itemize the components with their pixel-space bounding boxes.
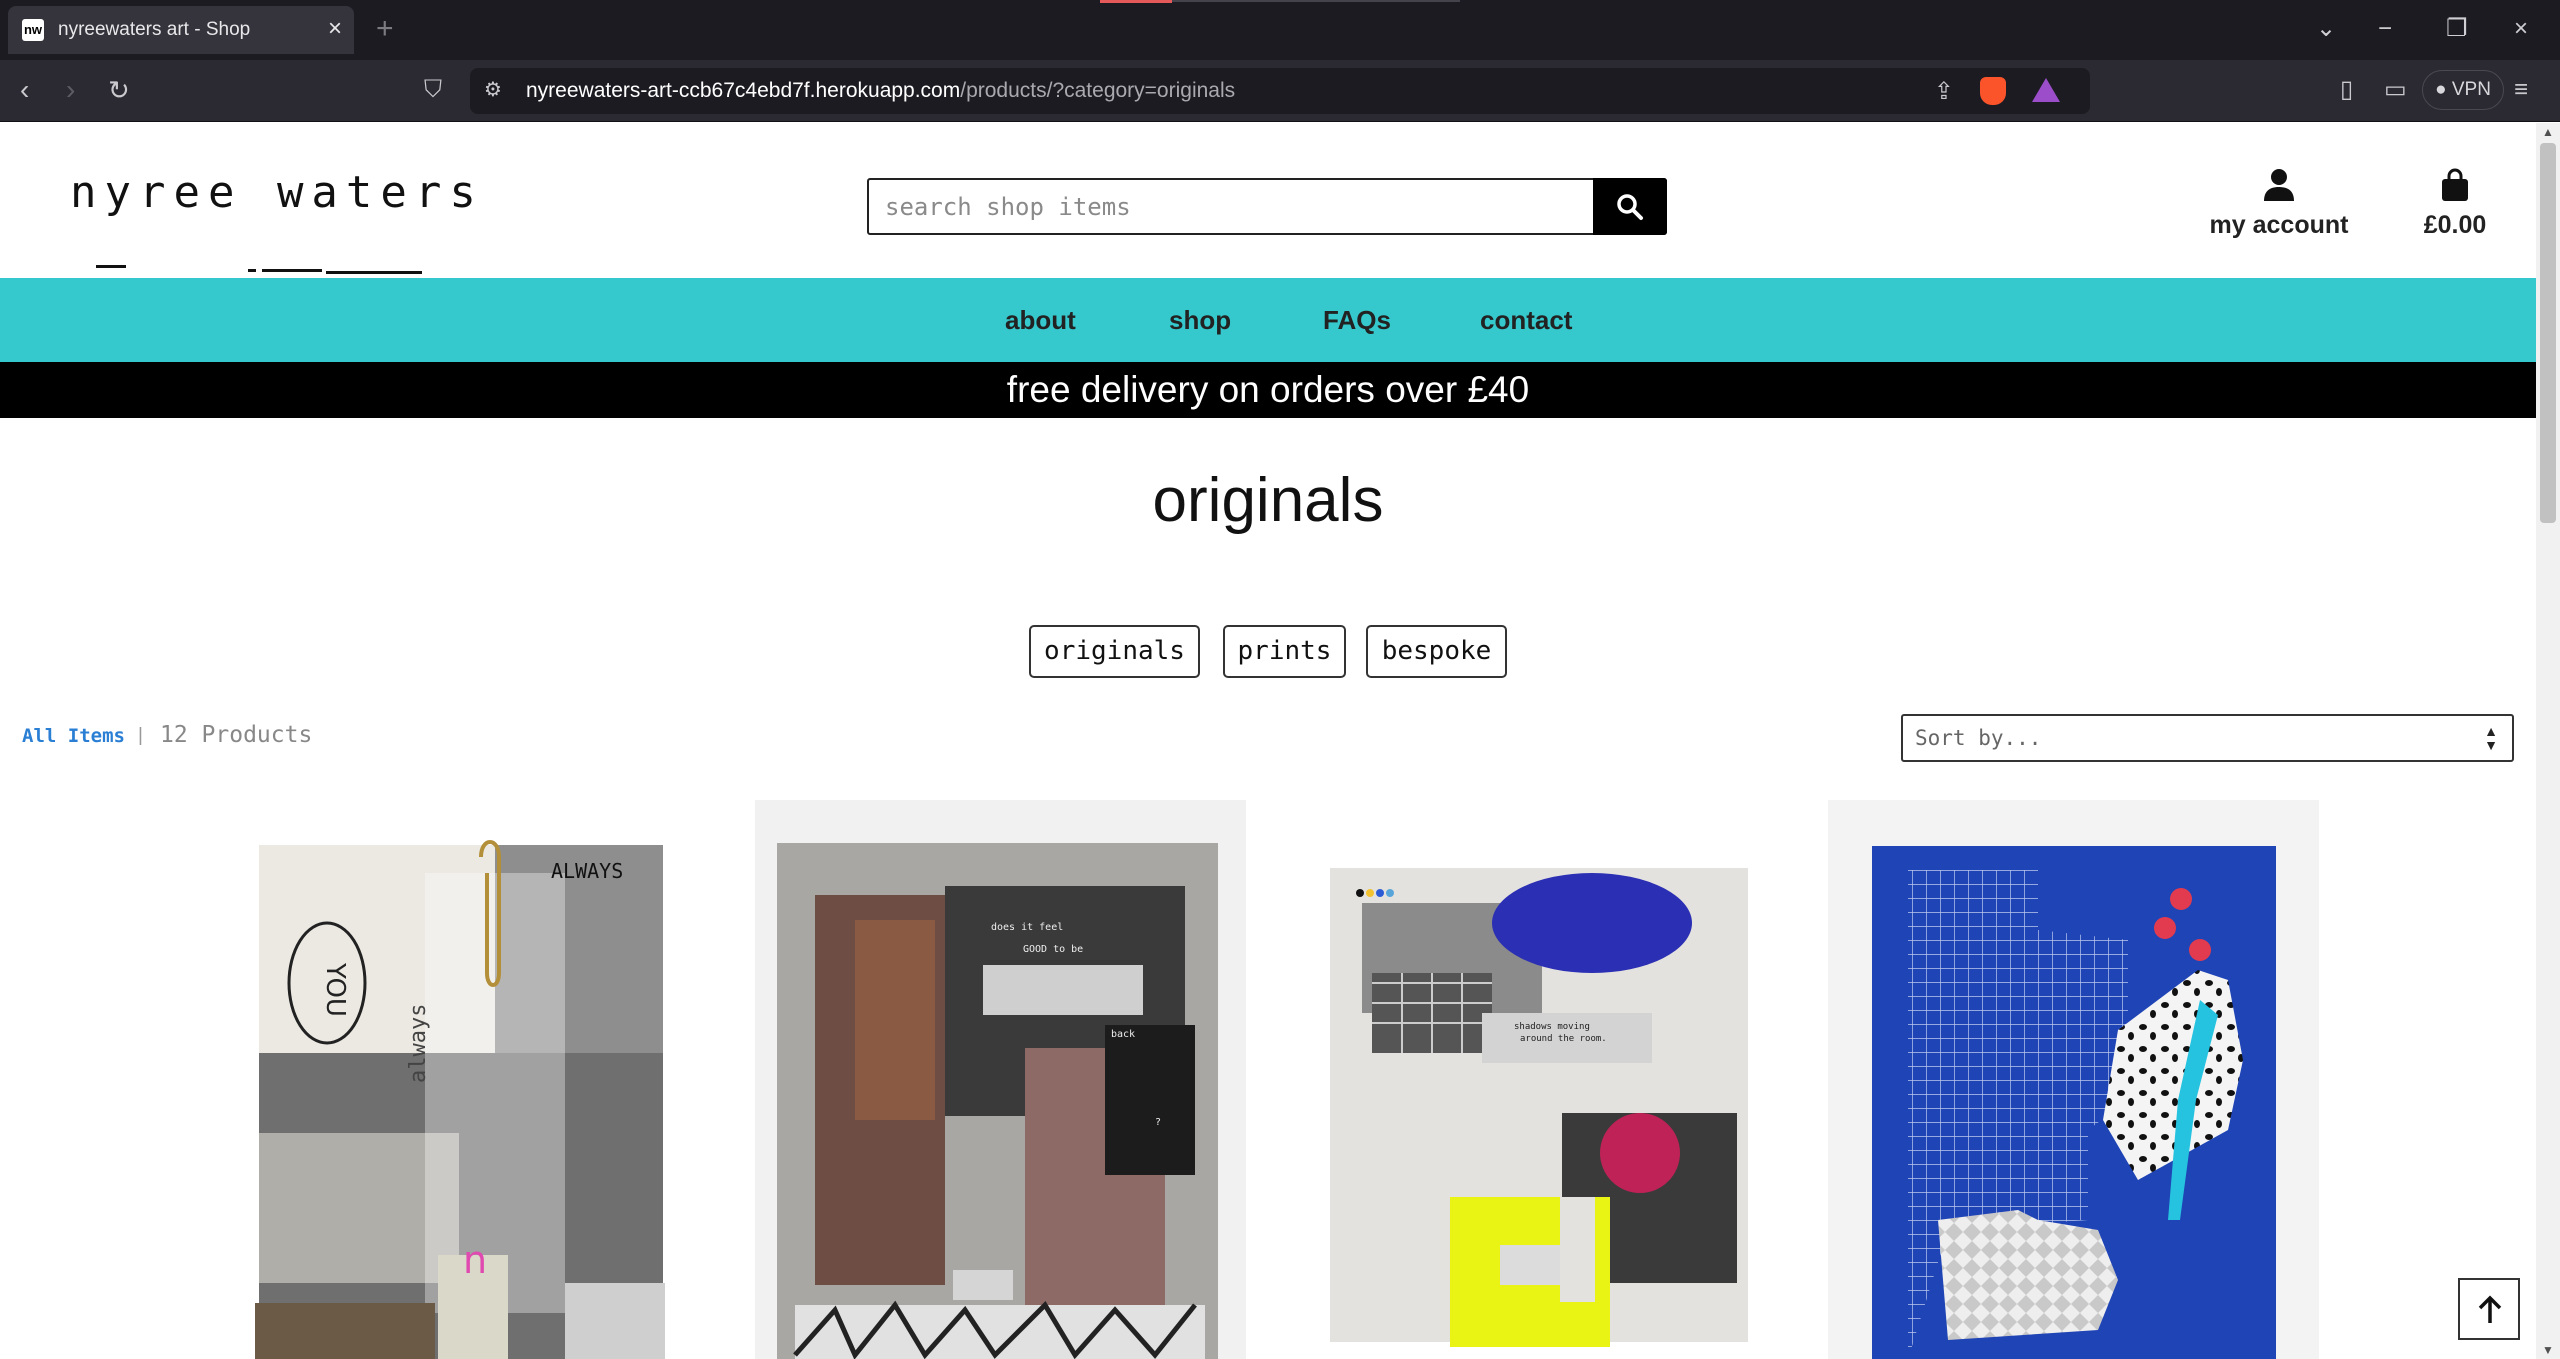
- url-path: /products/?category=originals: [960, 79, 1236, 102]
- category-bespoke-button[interactable]: bespoke: [1366, 625, 1507, 678]
- artwork-text: YOU: [320, 962, 350, 1017]
- page-viewport: nyree waters my account £0.00 abo: [0, 123, 2536, 1359]
- logo-underline: [248, 269, 256, 272]
- nav-about[interactable]: about: [1005, 304, 1076, 336]
- product-card[interactable]: does it feel GOOD to be back ?: [755, 800, 1246, 1359]
- product-card[interactable]: ALWAYS always YOU n: [255, 833, 669, 1359]
- nav-faqs[interactable]: FAQs: [1323, 304, 1391, 336]
- sort-caret-icon: ▲ ▼: [2484, 723, 2498, 753]
- url-text: nyreewaters-art-ccb67c4ebd7f.herokuapp.c…: [526, 79, 1235, 103]
- brave-rewards-icon[interactable]: [2032, 78, 2060, 102]
- artwork-text: n: [463, 1238, 487, 1282]
- scroll-down-icon[interactable]: ▼: [2542, 1343, 2554, 1357]
- my-account-link[interactable]: my account: [2204, 168, 2354, 240]
- artwork-text: does it feel: [991, 922, 1063, 933]
- cart-link[interactable]: £0.00: [2410, 168, 2500, 240]
- artwork-text: back: [1111, 1029, 1135, 1040]
- restore-window-icon[interactable]: ❐: [2446, 14, 2468, 44]
- close-tab-icon[interactable]: ×: [328, 16, 342, 42]
- product-count: 12 Products: [160, 722, 313, 748]
- minimize-window-icon[interactable]: −: [2378, 14, 2392, 44]
- vpn-label: VPN: [2451, 79, 2491, 100]
- cart-total: £0.00: [2423, 211, 2487, 239]
- tab-list-chevron-icon[interactable]: ⌄: [2316, 14, 2336, 44]
- user-icon: [2264, 169, 2294, 201]
- scroll-thumb[interactable]: [2540, 143, 2556, 523]
- address-bar[interactable]: ⚙ nyreewaters-art-ccb67c4ebd7f.herokuapp…: [470, 68, 2090, 114]
- wallet-icon[interactable]: ▭: [2384, 74, 2407, 106]
- search-icon: [1617, 194, 1643, 220]
- search-button[interactable]: [1593, 178, 1667, 235]
- logo-underline: [326, 271, 422, 274]
- logo-underline: [96, 265, 126, 268]
- sort-select-value: Sort by...: [1915, 726, 2042, 750]
- menu-icon[interactable]: ≡: [2514, 74, 2528, 106]
- site-info-icon[interactable]: ⚙: [484, 78, 508, 102]
- browser-tab-bar: nw nyreewaters art - Shop × + ⌄ − ❐ ×: [0, 0, 2560, 60]
- site-favicon-icon: nw: [22, 19, 44, 41]
- nav-contact[interactable]: contact: [1480, 304, 1572, 336]
- product-image-collage-shadows[interactable]: shadows moving around the room.: [1322, 823, 1754, 1359]
- logo-underline: [262, 269, 322, 272]
- arrow-up-icon: [2478, 1295, 2502, 1323]
- browser-tab-active[interactable]: nw nyreewaters art - Shop ×: [8, 6, 354, 54]
- back-to-top-button[interactable]: [2458, 1278, 2520, 1340]
- vpn-button[interactable]: ● VPN: [2422, 70, 2504, 110]
- artwork-text: GOOD to be: [1023, 944, 1083, 955]
- product-card[interactable]: [1828, 800, 2319, 1359]
- tab-title: nyreewaters art - Shop: [58, 19, 251, 40]
- delivery-banner: free delivery on orders over £40: [0, 362, 2536, 418]
- artwork-text: shadows moving: [1514, 1022, 1590, 1032]
- shopping-bag-icon: [2442, 168, 2468, 201]
- reload-icon[interactable]: ↻: [108, 74, 130, 106]
- product-card[interactable]: shadows moving around the room.: [1322, 823, 1754, 1359]
- url-host: nyreewaters-art-ccb67c4ebd7f.herokuapp.c…: [526, 79, 961, 102]
- artwork-text: ?: [1155, 1117, 1161, 1128]
- share-icon[interactable]: ⇪: [1934, 77, 1954, 106]
- artwork-text: ALWAYS: [551, 859, 623, 883]
- category-originals-button[interactable]: originals: [1029, 625, 1200, 678]
- back-icon[interactable]: ‹: [20, 74, 29, 106]
- loading-indicator: [1100, 0, 1172, 3]
- account-label: my account: [2209, 211, 2349, 239]
- browser-toolbar: ‹ › ↻ ⛉ ⚙ nyreewaters-art-ccb67c4ebd7f.h…: [0, 60, 2560, 122]
- nav-shop[interactable]: shop: [1169, 304, 1231, 336]
- scroll-up-icon[interactable]: ▲: [2542, 125, 2554, 139]
- loading-track: [1172, 0, 1460, 2]
- product-image-collage-feel-good[interactable]: does it feel GOOD to be back ?: [755, 800, 1246, 1359]
- new-tab-icon[interactable]: +: [376, 14, 394, 44]
- artwork-text: around the room.: [1520, 1034, 1607, 1044]
- artwork-text: always: [406, 1004, 431, 1083]
- category-prints-button[interactable]: prints: [1223, 625, 1346, 678]
- search-input[interactable]: [869, 180, 1597, 233]
- search-form: [867, 178, 1667, 235]
- logo-text: nyree waters: [70, 167, 484, 218]
- product-image-collage-blue-grid[interactable]: [1828, 800, 2319, 1359]
- site-logo[interactable]: nyree waters: [70, 165, 484, 274]
- page-title: originals: [1152, 466, 1384, 535]
- page-scrollbar[interactable]: ▲ ▼: [2536, 123, 2560, 1359]
- sort-select[interactable]: Sort by... ▲ ▼: [1901, 714, 2514, 762]
- all-items-link[interactable]: All Items: [22, 724, 125, 748]
- brave-shields-icon[interactable]: [1980, 77, 2006, 105]
- bookmark-icon[interactable]: ⛉: [424, 74, 442, 106]
- separator: |: [138, 725, 143, 746]
- main-navigation: about shop FAQs contact: [0, 278, 2536, 362]
- sidebar-toggle-icon[interactable]: ▯: [2340, 74, 2353, 106]
- forward-icon[interactable]: ›: [66, 74, 75, 106]
- product-image-collage-always[interactable]: ALWAYS always YOU n: [255, 833, 669, 1359]
- close-window-icon[interactable]: ×: [2514, 14, 2528, 44]
